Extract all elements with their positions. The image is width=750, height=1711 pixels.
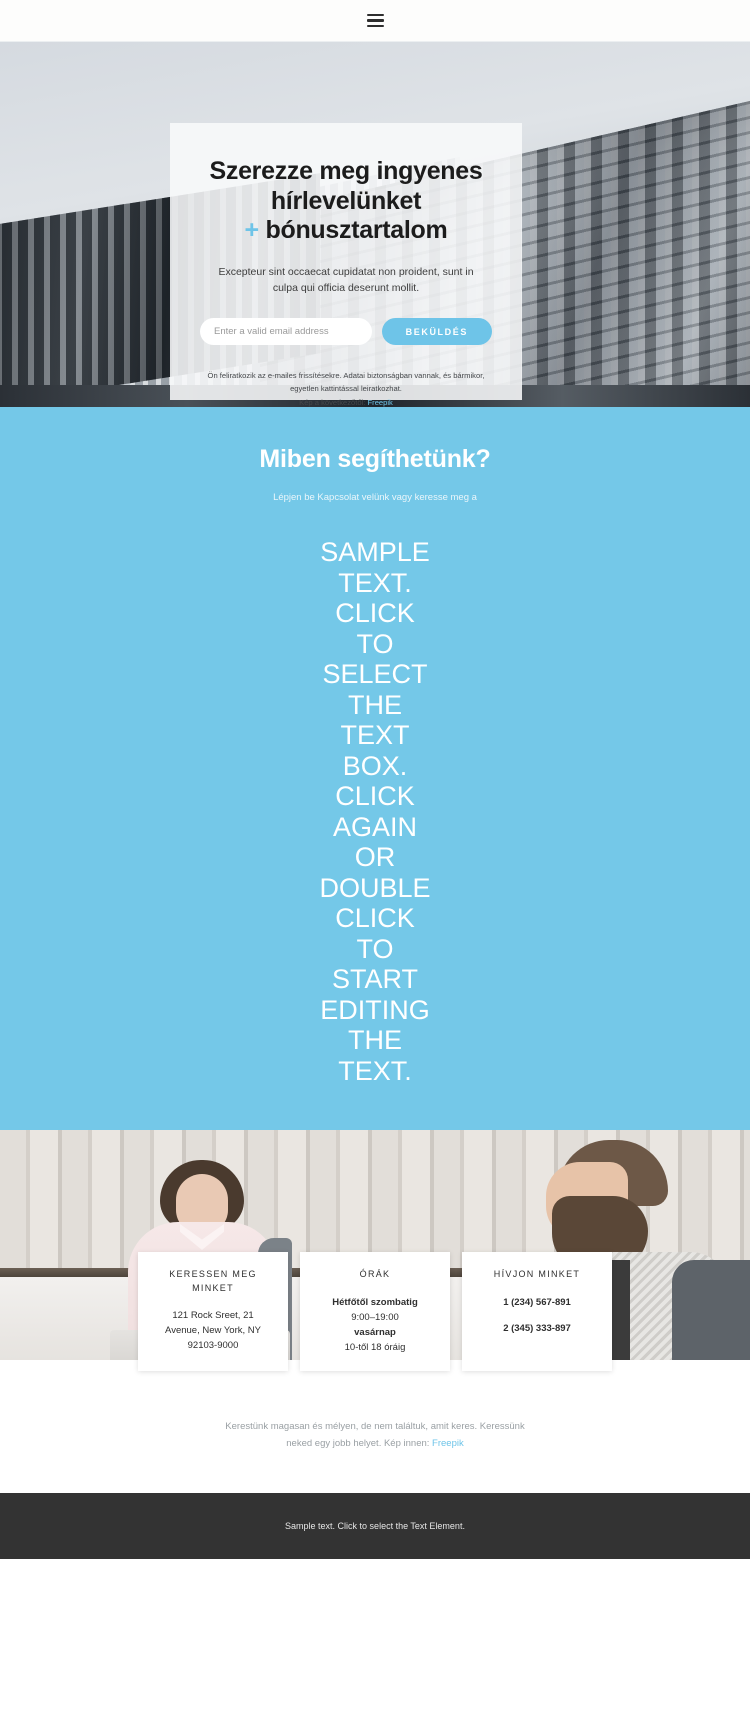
image-credit-label: Kép a következőtől: xyxy=(299,397,366,407)
help-section: Miben segíthetünk? Lépjen be Kapcsolat v… xyxy=(0,407,750,1130)
hours-sunday-value: 10-től 18 óráig xyxy=(344,1342,406,1354)
card-title: KERESSEN MEG MINKET xyxy=(169,1269,257,1293)
freepik-link[interactable]: Freepik xyxy=(368,398,393,407)
card-body: 121 Rock Sreet, 21 Avenue, New York, NY … xyxy=(150,1308,276,1354)
hero-heading-line-2: hírlevelünket xyxy=(270,186,422,215)
card-title: HÍVJON MINKET xyxy=(493,1269,581,1279)
hours-weekday-value: 9:00–19:00 xyxy=(351,1311,399,1323)
fine-print-line-2: egyetlen kattintással leiratkozhat. xyxy=(290,384,402,394)
card-title: ÓRÁK xyxy=(359,1269,391,1279)
sample-text-block[interactable]: SAMPLE TEXT. CLICK TO SELECT THE TEXT BO… xyxy=(319,537,431,1086)
hero-subtitle: Excepteur sint occaecat cupidatat non pr… xyxy=(218,265,474,294)
hero-heading-line-3: bónusztartalom xyxy=(265,216,448,244)
card-body: Hétfőtől szombatig 9:00–19:00 vasárnap 1… xyxy=(312,1295,438,1356)
hero-heading: Szerezze meg ingyenes hírlevelünket + bó… xyxy=(200,157,492,246)
footer: Sample text. Click to select the Text El… xyxy=(0,1492,750,1559)
note-line-1: Kerestünk magasan és mélyen, de nem talá… xyxy=(225,1421,525,1433)
newsletter-signup-form: BEKÜLDÉS xyxy=(200,318,492,346)
phone-number-1[interactable]: 1 (234) 567-891 xyxy=(474,1295,600,1310)
contact-card-phone: HÍVJON MINKET 1 (234) 567-891 2 (345) 33… xyxy=(462,1252,612,1372)
freepik-link-bottom[interactable]: Freepik xyxy=(432,1438,464,1449)
contact-cards: KERESSEN MEG MINKET 121 Rock Sreet, 21 A… xyxy=(0,1252,750,1377)
top-navigation-bar xyxy=(0,0,750,42)
phone-number-2[interactable]: 2 (345) 333-897 xyxy=(474,1321,600,1336)
hero-section: Szerezze meg ingyenes hírlevelünket + bó… xyxy=(0,42,750,407)
address-line-1: 121 Rock Sreet, 21 xyxy=(172,1310,254,1321)
address-line-3: 92103-9000 xyxy=(187,1340,239,1352)
contact-card-address: KERESSEN MEG MINKET 121 Rock Sreet, 21 A… xyxy=(138,1252,288,1372)
burger-line xyxy=(366,13,384,17)
burger-line xyxy=(366,19,384,22)
hero-fine-print: Ön feliratkozik az e-mailes frissítésekr… xyxy=(200,369,492,407)
hero-heading-line-1: Szerezze meg ingyenes xyxy=(209,157,483,185)
hours-weekday-label: Hétfőtől szombatig xyxy=(332,1296,418,1308)
footer-text: Sample text. Click to select the Text El… xyxy=(285,1520,465,1531)
help-section-heading: Miben segíthetünk? xyxy=(259,445,491,473)
hamburger-menu-icon[interactable] xyxy=(363,10,388,32)
fine-print-line-3: Kép a következőtől: Freepik xyxy=(200,396,492,407)
contact-card-hours: ÓRÁK Hétfőtől szombatig 9:00–19:00 vasár… xyxy=(300,1252,450,1372)
email-input[interactable] xyxy=(200,318,372,346)
sample-text-container[interactable]: SAMPLE TEXT. CLICK TO SELECT THE TEXT BO… xyxy=(319,537,431,1086)
note-line-2: neked egy jobb helyet. Kép innen: xyxy=(286,1437,430,1449)
hours-sunday-label: vasárnap xyxy=(354,1326,396,1338)
help-section-subtitle: Lépjen be Kapcsolat velünk vagy keresse … xyxy=(273,492,477,503)
plus-icon: + xyxy=(244,216,260,244)
submit-button[interactable]: BEKÜLDÉS xyxy=(381,318,492,346)
bottom-note: Kerestünk magasan és mélyen, de nem talá… xyxy=(0,1377,750,1492)
fine-print-line-1: Ön feliratkozik az e-mailes frissítésekr… xyxy=(207,371,485,381)
address-line-2: Avenue, New York, NY xyxy=(165,1325,261,1337)
burger-line xyxy=(366,24,384,28)
hero-signup-card: Szerezze meg ingyenes hírlevelünket + bó… xyxy=(170,123,522,407)
card-body: 1 (234) 567-891 2 (345) 333-897 xyxy=(474,1295,600,1336)
